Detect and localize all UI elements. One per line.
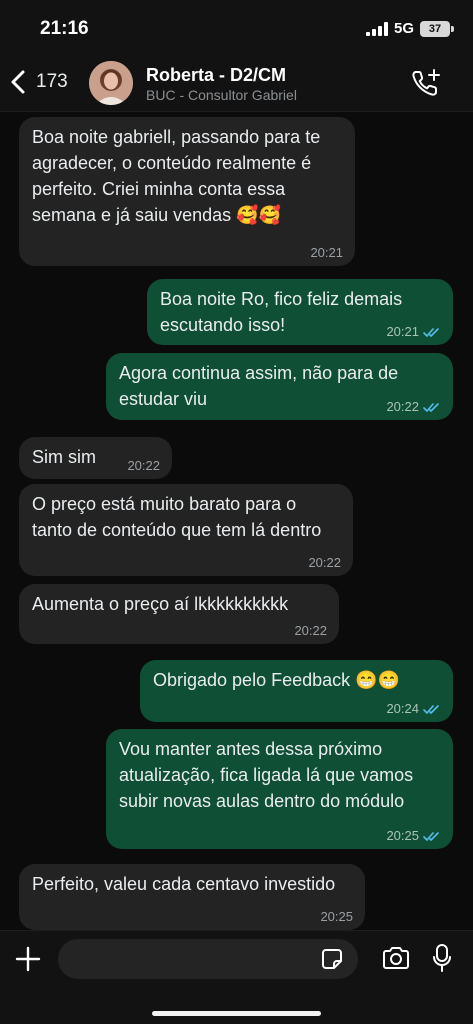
sticker-icon[interactable] xyxy=(321,948,343,970)
message-text: Aumenta o preço aí lkkkkkkkkkk xyxy=(32,594,289,614)
chevron-left-icon xyxy=(11,70,25,94)
message-time: 20:22 xyxy=(127,458,160,473)
message-time: 20:22 xyxy=(386,399,419,414)
message-time: 20:21 xyxy=(310,245,343,260)
plus-icon[interactable] xyxy=(14,945,42,973)
message-time: 20:24 xyxy=(386,701,419,716)
message-bubble-outgoing[interactable]: Obrigado pelo Feedback 😁😁 20:24 xyxy=(140,660,453,722)
message-time: 20:22 xyxy=(294,623,327,638)
microphone-icon[interactable] xyxy=(432,943,452,973)
avatar[interactable] xyxy=(89,61,133,105)
camera-icon[interactable] xyxy=(381,945,411,971)
avatar-photo xyxy=(89,61,133,105)
status-time: 21:16 xyxy=(40,18,89,39)
home-indicator xyxy=(152,1011,321,1016)
message-bubble-outgoing[interactable]: Boa noite Ro, fico feliz demais escutand… xyxy=(147,279,453,345)
read-ticks-icon xyxy=(423,831,439,841)
add-call-icon[interactable] xyxy=(410,68,442,98)
signal-icon xyxy=(366,22,388,36)
read-ticks-icon xyxy=(423,704,439,714)
message-input[interactable] xyxy=(58,939,358,979)
message-bubble-incoming[interactable]: Aumenta o preço aí lkkkkkkkkkk 20:22 xyxy=(19,584,339,644)
network-type: 5G xyxy=(394,20,415,37)
read-ticks-icon xyxy=(423,327,439,337)
message-list[interactable]: Boa noite gabriell, passando para te agr… xyxy=(0,112,473,930)
message-bubble-incoming[interactable]: Perfeito, valeu cada centavo investido 2… xyxy=(19,864,365,930)
message-text: Vou manter antes dessa próximo atualizaç… xyxy=(119,739,414,811)
read-ticks-icon xyxy=(423,402,439,412)
message-text: Perfeito, valeu cada centavo investido xyxy=(32,874,336,894)
contact-name[interactable]: Roberta - D2/CM xyxy=(146,65,286,86)
compose-bar xyxy=(0,930,473,1024)
message-time: 20:22 xyxy=(308,555,341,570)
status-bar: 21:16 5G 37 xyxy=(0,0,473,52)
message-time: 20:25 xyxy=(320,909,353,924)
message-time: 20:21 xyxy=(386,324,419,339)
chat-header: 173 Roberta - D2/CM BUC - Consultor Gabr… xyxy=(0,52,473,112)
message-bubble-incoming[interactable]: O preço está muito barato para o tanto d… xyxy=(19,484,353,576)
back-button[interactable]: 173 xyxy=(8,64,68,100)
unread-count: 173 xyxy=(36,71,68,92)
message-time: 20:25 xyxy=(386,828,419,843)
message-bubble-outgoing[interactable]: Agora continua assim, não para de estuda… xyxy=(106,353,453,420)
battery-icon: 37 xyxy=(420,21,454,37)
message-text: O preço está muito barato para o tanto d… xyxy=(32,494,322,540)
message-bubble-incoming[interactable]: Sim sim 20:22 xyxy=(19,437,172,479)
message-text: Obrigado pelo Feedback 😁😁 xyxy=(153,670,400,690)
contact-subtitle: BUC - Consultor Gabriel xyxy=(146,87,297,103)
message-bubble-outgoing[interactable]: Vou manter antes dessa próximo atualizaç… xyxy=(106,729,453,849)
message-text: Boa noite gabriell, passando para te agr… xyxy=(32,127,321,225)
message-bubble-incoming[interactable]: Boa noite gabriell, passando para te agr… xyxy=(19,117,355,266)
